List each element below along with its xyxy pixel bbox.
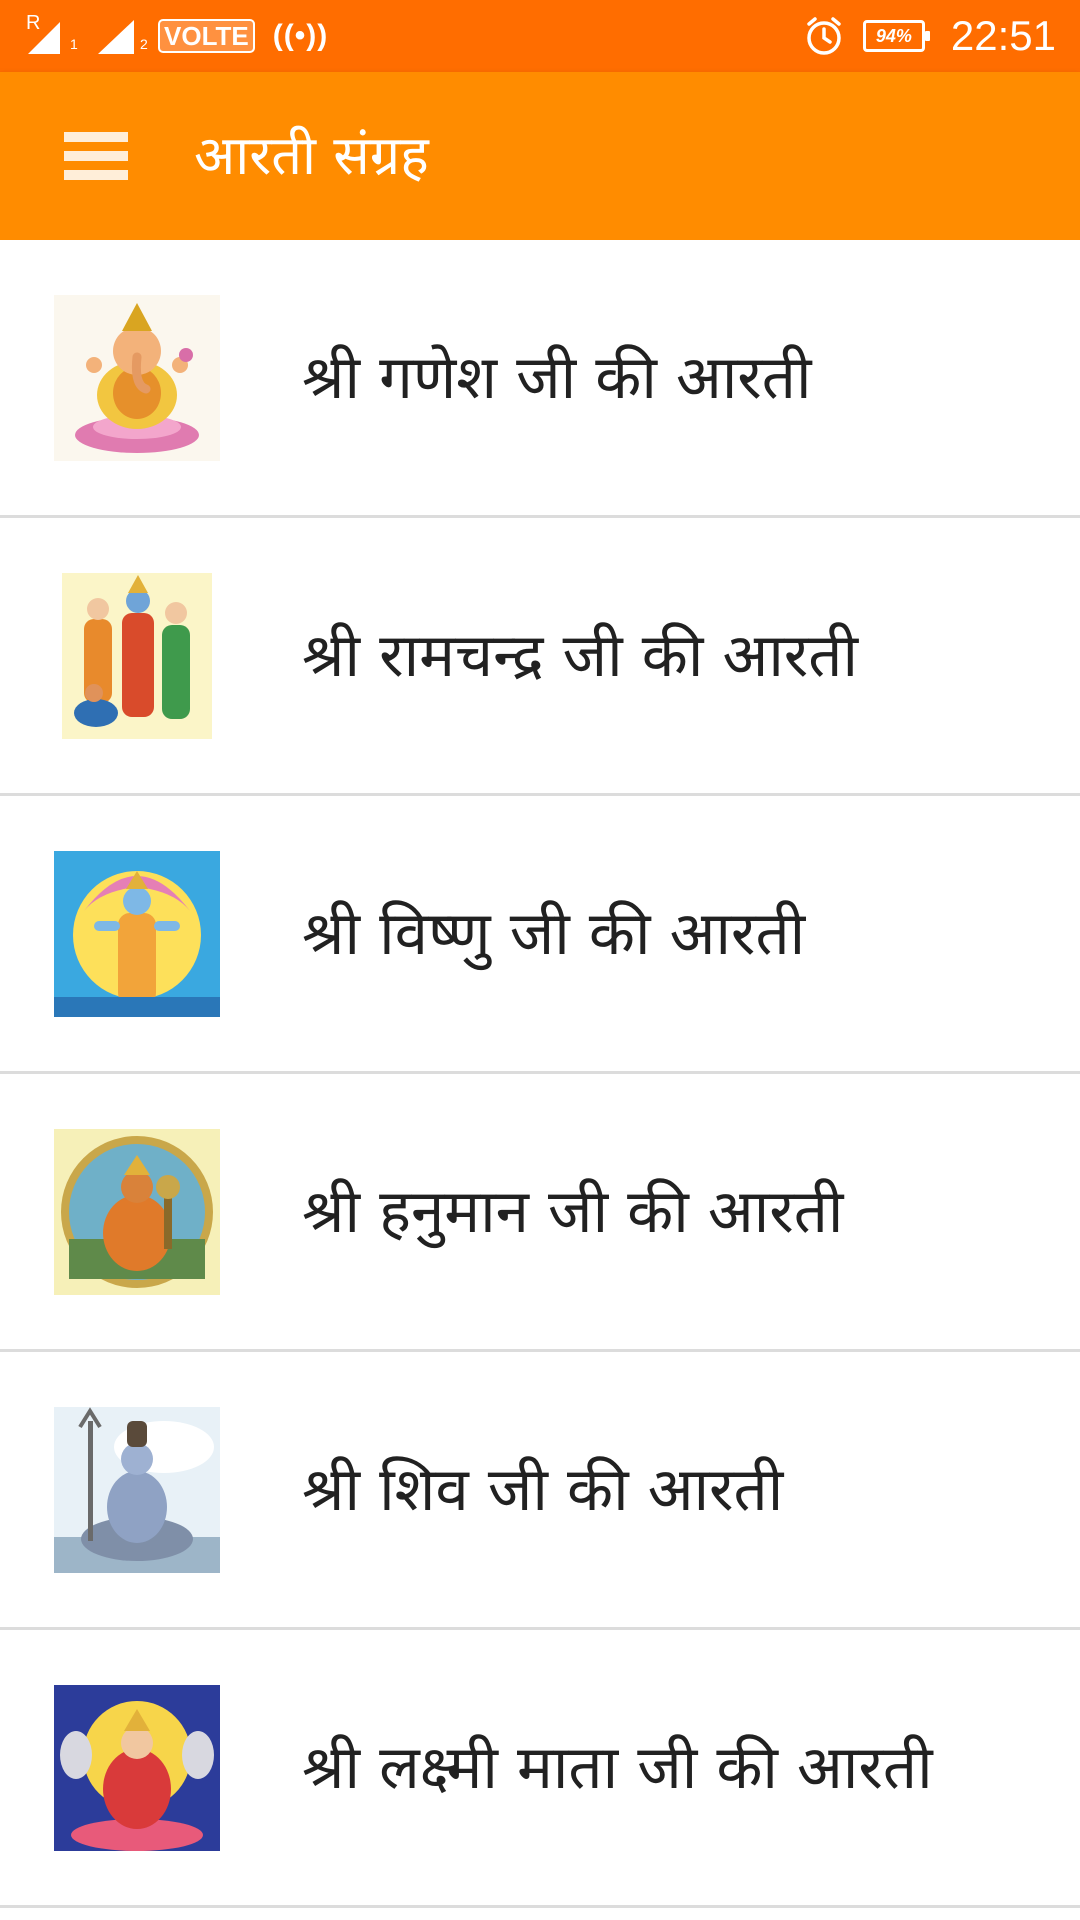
list-item-label: श्री विष्णु जी की आरती xyxy=(302,898,806,969)
ganesh-image xyxy=(54,294,220,461)
roaming-indicator: R xyxy=(26,12,41,34)
app-bar: आरती संग्रह xyxy=(0,72,1080,240)
status-bar: R 1 2 VOLTE ((•)) 94% 22:51 xyxy=(0,0,1080,72)
hotspot-icon: ((•)) xyxy=(272,19,329,52)
sim1-indicator: 1 xyxy=(70,36,78,52)
status-time: 22:51 xyxy=(950,12,1056,59)
status-right: 94% 22:51 xyxy=(803,12,1056,60)
aarti-list: श्री गणेश जी की आरती श्री रामचन्द्र जी क… xyxy=(0,240,1080,1908)
menu-line xyxy=(64,151,128,161)
list-item-ram[interactable]: श्री रामचन्द्र जी की आरती xyxy=(0,518,1080,796)
alarm-icon xyxy=(807,17,841,55)
signal-icon: 2 xyxy=(96,16,148,56)
hamburger-menu-icon[interactable] xyxy=(64,128,128,184)
shiv-image xyxy=(54,1406,220,1573)
battery-icon: 94% xyxy=(862,20,930,52)
list-item-ganesh[interactable]: श्री गणेश जी की आरती xyxy=(0,240,1080,518)
list-item-vishnu[interactable]: श्री विष्णु जी की आरती xyxy=(0,796,1080,1074)
list-item-label: श्री हनुमान जी की आरती xyxy=(302,1176,844,1247)
menu-line xyxy=(64,132,128,142)
ram-image xyxy=(54,572,220,739)
battery-level: 94% xyxy=(875,25,912,46)
list-item-label: श्री रामचन्द्र जी की आरती xyxy=(302,620,859,691)
sim2-indicator: 2 xyxy=(140,36,148,52)
menu-line xyxy=(64,170,128,180)
vishnu-image xyxy=(54,850,220,1017)
app-title: आरती संग्रह xyxy=(194,124,429,187)
status-left: R 1 2 VOLTE ((•)) xyxy=(26,12,329,56)
hanuman-image xyxy=(54,1128,220,1295)
list-item-lakshmi[interactable]: श्री लक्ष्मी माता जी की आरती xyxy=(0,1630,1080,1908)
list-item-hanuman[interactable]: श्री हनुमान जी की आरती xyxy=(0,1074,1080,1352)
lakshmi-image xyxy=(54,1684,220,1851)
volte-badge: VOLTE xyxy=(158,19,255,53)
signal-icon: R 1 xyxy=(26,12,78,56)
list-item-label: श्री गणेश जी की आरती xyxy=(302,342,812,413)
list-item-label: श्री लक्ष्मी माता जी की आरती xyxy=(302,1732,933,1803)
list-item-shiv[interactable]: श्री शिव जी की आरती xyxy=(0,1352,1080,1630)
list-item-label: श्री शिव जी की आरती xyxy=(302,1454,784,1525)
